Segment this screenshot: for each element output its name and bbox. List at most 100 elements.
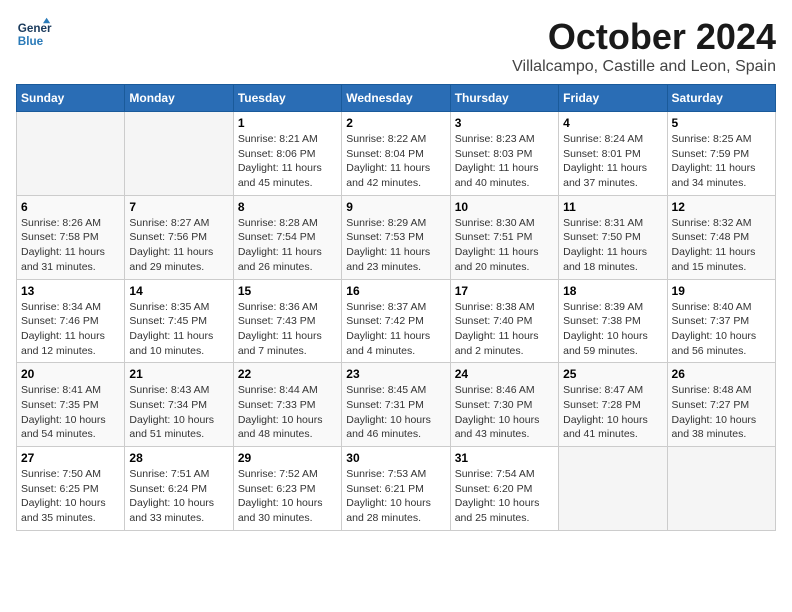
- calendar-cell: 27Sunrise: 7:50 AM Sunset: 6:25 PM Dayli…: [17, 447, 125, 531]
- day-detail: Sunrise: 8:31 AM Sunset: 7:50 PM Dayligh…: [563, 216, 662, 275]
- calendar-cell: [667, 447, 775, 531]
- calendar-week-row: 27Sunrise: 7:50 AM Sunset: 6:25 PM Dayli…: [17, 447, 776, 531]
- weekday-header: Monday: [125, 85, 233, 112]
- day-detail: Sunrise: 8:30 AM Sunset: 7:51 PM Dayligh…: [455, 216, 554, 275]
- day-detail: Sunrise: 8:21 AM Sunset: 8:06 PM Dayligh…: [238, 132, 337, 191]
- day-number: 2: [346, 116, 445, 130]
- location-title: Villalcampo, Castille and Leon, Spain: [512, 58, 776, 76]
- day-number: 8: [238, 200, 337, 214]
- header: General Blue October 2024 Villalcampo, C…: [16, 16, 776, 76]
- day-number: 9: [346, 200, 445, 214]
- calendar-cell: 11 Sunrise: 8:31 AM Sunset: 7:50 PM Dayli…: [559, 195, 667, 279]
- day-detail: Sunrise: 7:53 AM Sunset: 6:21 PM Dayligh…: [346, 467, 445, 526]
- day-number: 5: [672, 116, 771, 130]
- calendar-cell: 22 Sunrise: 8:44 AM Sunset: 7:33 PM Dayli…: [233, 363, 341, 447]
- day-detail: Sunrise: 8:46 AM Sunset: 7:30 PM Dayligh…: [455, 383, 554, 442]
- day-number: 10: [455, 200, 554, 214]
- calendar-cell: 7 Sunrise: 8:27 AM Sunset: 7:56 PM Daylig…: [125, 195, 233, 279]
- weekday-header: Friday: [559, 85, 667, 112]
- day-number: 7: [129, 200, 228, 214]
- month-title: October 2024: [512, 16, 776, 58]
- day-number: 24: [455, 367, 554, 381]
- calendar-week-row: 1 Sunrise: 8:21 AM Sunset: 8:06 PM Daylig…: [17, 112, 776, 196]
- day-detail: Sunrise: 8:39 AM Sunset: 7:38 PM Dayligh…: [563, 300, 662, 359]
- day-detail: Sunrise: 8:32 AM Sunset: 7:48 PM Dayligh…: [672, 216, 771, 275]
- day-detail: Sunrise: 8:26 AM Sunset: 7:58 PM Dayligh…: [21, 216, 120, 275]
- day-detail: Sunrise: 8:27 AM Sunset: 7:56 PM Dayligh…: [129, 216, 228, 275]
- day-detail: Sunrise: 8:22 AM Sunset: 8:04 PM Dayligh…: [346, 132, 445, 191]
- calendar-cell: 8 Sunrise: 8:28 AM Sunset: 7:54 PM Daylig…: [233, 195, 341, 279]
- calendar-cell: 24 Sunrise: 8:46 AM Sunset: 7:30 PM Dayli…: [450, 363, 558, 447]
- day-detail: Sunrise: 8:40 AM Sunset: 7:37 PM Dayligh…: [672, 300, 771, 359]
- day-number: 18: [563, 284, 662, 298]
- calendar-cell: 9Sunrise: 8:29 AM Sunset: 7:53 PM Daylig…: [342, 195, 450, 279]
- day-number: 23: [346, 367, 445, 381]
- day-detail: Sunrise: 7:52 AM Sunset: 6:23 PM Dayligh…: [238, 467, 337, 526]
- day-number: 11: [563, 200, 662, 214]
- calendar-cell: 28 Sunrise: 7:51 AM Sunset: 6:24 PM Dayli…: [125, 447, 233, 531]
- calendar-table: SundayMondayTuesdayWednesdayThursdayFrid…: [16, 84, 776, 531]
- svg-text:General: General: [18, 22, 52, 35]
- calendar-week-row: 20 Sunrise: 8:41 AM Sunset: 7:35 PM Dayli…: [17, 363, 776, 447]
- weekday-header-row: SundayMondayTuesdayWednesdayThursdayFrid…: [17, 85, 776, 112]
- day-number: 14: [129, 284, 228, 298]
- day-detail: Sunrise: 7:51 AM Sunset: 6:24 PM Dayligh…: [129, 467, 228, 526]
- day-number: 13: [21, 284, 120, 298]
- calendar-cell: 14 Sunrise: 8:35 AM Sunset: 7:45 PM Dayli…: [125, 279, 233, 363]
- day-number: 6: [21, 200, 120, 214]
- calendar-cell: 2 Sunrise: 8:22 AM Sunset: 8:04 PM Daylig…: [342, 112, 450, 196]
- day-detail: Sunrise: 8:25 AM Sunset: 7:59 PM Dayligh…: [672, 132, 771, 191]
- weekday-header: Thursday: [450, 85, 558, 112]
- calendar-cell: 13 Sunrise: 8:34 AM Sunset: 7:46 PM Dayli…: [17, 279, 125, 363]
- day-number: 15: [238, 284, 337, 298]
- calendar-cell: 26Sunrise: 8:48 AM Sunset: 7:27 PM Dayli…: [667, 363, 775, 447]
- weekday-header: Sunday: [17, 85, 125, 112]
- calendar-cell: 12 Sunrise: 8:32 AM Sunset: 7:48 PM Dayli…: [667, 195, 775, 279]
- day-number: 19: [672, 284, 771, 298]
- day-number: 30: [346, 451, 445, 465]
- day-detail: Sunrise: 8:44 AM Sunset: 7:33 PM Dayligh…: [238, 383, 337, 442]
- day-detail: Sunrise: 8:24 AM Sunset: 8:01 PM Dayligh…: [563, 132, 662, 191]
- day-number: 20: [21, 367, 120, 381]
- svg-text:Blue: Blue: [18, 35, 44, 48]
- day-detail: Sunrise: 8:28 AM Sunset: 7:54 PM Dayligh…: [238, 216, 337, 275]
- day-number: 29: [238, 451, 337, 465]
- calendar-cell: [17, 112, 125, 196]
- weekday-header: Tuesday: [233, 85, 341, 112]
- day-detail: Sunrise: 8:48 AM Sunset: 7:27 PM Dayligh…: [672, 383, 771, 442]
- calendar-cell: 19 Sunrise: 8:40 AM Sunset: 7:37 PM Dayli…: [667, 279, 775, 363]
- weekday-header: Saturday: [667, 85, 775, 112]
- calendar-cell: 18 Sunrise: 8:39 AM Sunset: 7:38 PM Dayli…: [559, 279, 667, 363]
- calendar-cell: 20 Sunrise: 8:41 AM Sunset: 7:35 PM Dayli…: [17, 363, 125, 447]
- day-detail: Sunrise: 8:45 AM Sunset: 7:31 PM Dayligh…: [346, 383, 445, 442]
- day-number: 27: [21, 451, 120, 465]
- day-detail: Sunrise: 8:34 AM Sunset: 7:46 PM Dayligh…: [21, 300, 120, 359]
- day-number: 12: [672, 200, 771, 214]
- day-detail: Sunrise: 8:23 AM Sunset: 8:03 PM Dayligh…: [455, 132, 554, 191]
- day-number: 22: [238, 367, 337, 381]
- calendar-cell: 3Sunrise: 8:23 AM Sunset: 8:03 PM Daylig…: [450, 112, 558, 196]
- calendar-cell: [125, 112, 233, 196]
- calendar-cell: [559, 447, 667, 531]
- calendar-cell: 29 Sunrise: 7:52 AM Sunset: 6:23 PM Dayli…: [233, 447, 341, 531]
- day-detail: Sunrise: 8:43 AM Sunset: 7:34 PM Dayligh…: [129, 383, 228, 442]
- calendar-cell: 30 Sunrise: 7:53 AM Sunset: 6:21 PM Dayli…: [342, 447, 450, 531]
- day-number: 1: [238, 116, 337, 130]
- calendar-cell: 25Sunrise: 8:47 AM Sunset: 7:28 PM Dayli…: [559, 363, 667, 447]
- logo: General Blue: [16, 16, 52, 52]
- calendar-cell: 23 Sunrise: 8:45 AM Sunset: 7:31 PM Dayli…: [342, 363, 450, 447]
- day-detail: Sunrise: 8:47 AM Sunset: 7:28 PM Dayligh…: [563, 383, 662, 442]
- weekday-header: Wednesday: [342, 85, 450, 112]
- calendar-cell: 15Sunrise: 8:36 AM Sunset: 7:43 PM Dayli…: [233, 279, 341, 363]
- day-number: 16: [346, 284, 445, 298]
- calendar-week-row: 6 Sunrise: 8:26 AM Sunset: 7:58 PM Daylig…: [17, 195, 776, 279]
- day-number: 17: [455, 284, 554, 298]
- day-number: 28: [129, 451, 228, 465]
- day-detail: Sunrise: 8:35 AM Sunset: 7:45 PM Dayligh…: [129, 300, 228, 359]
- calendar-cell: 31Sunrise: 7:54 AM Sunset: 6:20 PM Dayli…: [450, 447, 558, 531]
- day-detail: Sunrise: 8:41 AM Sunset: 7:35 PM Dayligh…: [21, 383, 120, 442]
- day-number: 21: [129, 367, 228, 381]
- day-detail: Sunrise: 7:54 AM Sunset: 6:20 PM Dayligh…: [455, 467, 554, 526]
- calendar-cell: 21 Sunrise: 8:43 AM Sunset: 7:34 PM Dayli…: [125, 363, 233, 447]
- calendar-cell: 5 Sunrise: 8:25 AM Sunset: 7:59 PM Daylig…: [667, 112, 775, 196]
